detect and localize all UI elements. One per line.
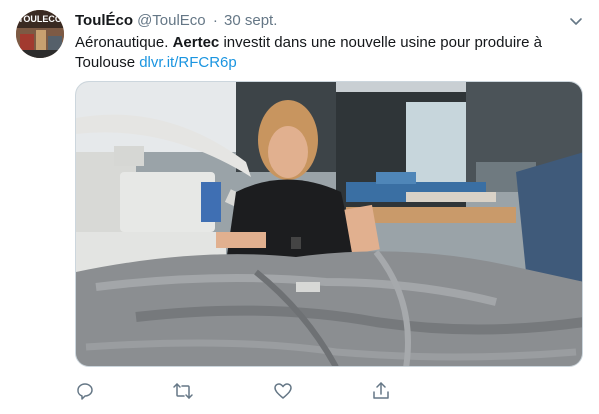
author-handle[interactable]: @ToulEco: [137, 12, 206, 29]
text-part-1: Aéronautique.: [75, 34, 173, 51]
tweet-link[interactable]: dlvr.it/RFCR6p: [139, 54, 237, 71]
more-menu-button[interactable]: [567, 12, 585, 30]
share-button[interactable]: [371, 381, 393, 403]
avatar-logo-text: TOULECO: [18, 14, 62, 24]
share-icon: [373, 382, 389, 399]
tweet-actions: [75, 381, 475, 403]
sewing-workshop-photo: [76, 82, 582, 366]
reply-icon: [77, 383, 93, 400]
avatar-image: TOULECO: [16, 10, 64, 58]
tweet-card[interactable]: TOULECO ToulÉco @ToulEco · 30 sept. Aéron…: [0, 0, 599, 414]
retweet-button[interactable]: [172, 381, 194, 403]
tweet-media-image[interactable]: [75, 81, 583, 367]
retweet-icon: [173, 383, 193, 399]
author-name[interactable]: ToulÉco: [75, 12, 133, 29]
separator: ·: [212, 12, 218, 29]
tweet-text: Aéronautique. Aertec investit dans une n…: [75, 33, 580, 73]
reply-button[interactable]: [75, 381, 97, 403]
chevron-down-icon: [570, 18, 582, 25]
tweet-header: ToulÉco @ToulEco · 30 sept.: [75, 11, 277, 31]
like-button[interactable]: [273, 381, 295, 403]
avatar[interactable]: TOULECO: [16, 10, 64, 58]
heart-icon: [274, 383, 292, 399]
tweet-date[interactable]: 30 sept.: [224, 12, 277, 29]
text-bold: Aertec: [172, 34, 220, 51]
